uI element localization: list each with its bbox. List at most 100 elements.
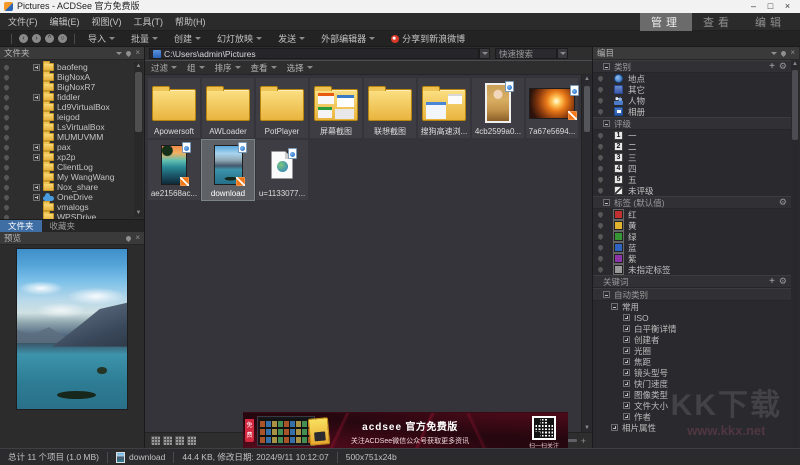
expand-icon[interactable] <box>623 347 630 354</box>
mode-tab[interactable]: 查看 <box>692 13 744 31</box>
label-item[interactable]: 红 <box>593 209 791 220</box>
folder-tree-item[interactable]: Nox_share <box>0 182 144 192</box>
folder-tree-scrollbar[interactable]: ▲ ▼ <box>134 62 143 217</box>
file-tile[interactable]: 7a67e5694... <box>526 78 578 138</box>
collapse-icon[interactable] <box>603 63 610 70</box>
expand-icon[interactable] <box>623 402 630 409</box>
quick-pin-icon[interactable] <box>3 153 10 160</box>
auto-category-item[interactable]: 文件大小 <box>593 400 791 411</box>
toolbar-button[interactable]: 外部编辑器 <box>321 32 375 45</box>
auto-category-item[interactable]: 图像类型 <box>593 389 791 400</box>
folder-tree-item[interactable]: xp2p <box>0 152 144 162</box>
gear-icon[interactable]: ⚙ <box>779 62 787 71</box>
expand-icon[interactable] <box>33 64 40 71</box>
file-tile[interactable]: 4cb2599a0... <box>472 78 524 138</box>
expand-icon[interactable] <box>623 336 630 343</box>
share-weibo-button[interactable]: 分享到新浪微博 <box>391 32 465 45</box>
gear-icon[interactable]: ⚙ <box>779 277 787 286</box>
quick-pin-icon[interactable] <box>597 132 604 139</box>
quick-pin-icon[interactable] <box>3 73 10 80</box>
expand-icon[interactable] <box>623 369 630 376</box>
label-item[interactable]: 黄 <box>593 220 791 231</box>
view-list-icon[interactable] <box>187 436 196 445</box>
folder-tree-item[interactable]: fiddler <box>0 92 144 102</box>
refresh-icon[interactable]: ○ <box>58 34 67 43</box>
quick-pin-icon[interactable] <box>597 143 604 150</box>
menu-item[interactable]: 工具(T) <box>134 15 164 28</box>
collapse-icon[interactable] <box>603 120 610 127</box>
folder-tree-item[interactable]: Ld9VirtualBox <box>0 102 144 112</box>
quick-pin-icon[interactable] <box>3 173 10 180</box>
pane-pin-icon[interactable] <box>125 234 132 241</box>
rating-item[interactable]: 未评级 <box>593 185 791 196</box>
file-tile[interactable]: AWLoader <box>202 78 254 138</box>
filter-bar-button[interactable]: 查看 <box>251 62 277 74</box>
quick-pin-icon[interactable] <box>597 266 604 273</box>
expand-icon[interactable] <box>33 194 40 201</box>
expand-icon[interactable] <box>623 391 630 398</box>
category-item[interactable]: 地点 <box>593 73 791 84</box>
quick-pin-icon[interactable] <box>3 113 10 120</box>
toolbar-button[interactable]: 幻灯放映 <box>217 32 262 45</box>
file-tile[interactable]: PotPlayer <box>256 78 308 138</box>
file-tile[interactable]: download <box>202 140 254 200</box>
quick-pin-icon[interactable] <box>597 255 604 262</box>
toolbar-button[interactable]: 批量 <box>131 32 158 45</box>
quick-pin-icon[interactable] <box>3 93 10 100</box>
quick-pin-icon[interactable] <box>597 211 604 218</box>
file-tile[interactable]: 联想截图 <box>364 78 416 138</box>
quick-pin-icon[interactable] <box>597 154 604 161</box>
quick-pin-icon[interactable] <box>597 108 604 115</box>
auto-category-item[interactable]: 镜头型号 <box>593 367 791 378</box>
pane-close-icon[interactable]: × <box>790 49 795 57</box>
quick-pin-icon[interactable] <box>3 193 10 200</box>
quick-pin-icon[interactable] <box>3 163 10 170</box>
file-tile[interactable]: Apowersoft <box>148 78 200 138</box>
quick-pin-icon[interactable] <box>3 63 10 70</box>
folder-tree-item[interactable]: BigNoxR7 <box>0 82 144 92</box>
quick-pin-icon[interactable] <box>597 176 604 183</box>
label-item[interactable]: 绿 <box>593 231 791 242</box>
toolbar-button[interactable]: 导入 <box>88 32 115 45</box>
menu-item[interactable]: 文件(F) <box>8 15 38 28</box>
expand-icon[interactable] <box>611 424 618 431</box>
category-item[interactable]: 相册 <box>593 106 791 117</box>
toolbar-button[interactable]: 创建 <box>174 32 201 45</box>
collapse-icon[interactable] <box>611 303 618 310</box>
quick-pin-icon[interactable] <box>3 103 10 110</box>
pane-close-icon[interactable]: × <box>135 49 140 57</box>
pane-pin-icon[interactable] <box>125 49 132 56</box>
rating-item[interactable]: 2 二 <box>593 141 791 152</box>
path-dropdown-button[interactable] <box>479 48 490 59</box>
quick-pin-icon[interactable] <box>3 183 10 190</box>
category-item[interactable]: 其它 <box>593 84 791 95</box>
forward-icon[interactable]: › <box>32 34 41 43</box>
auto-category-item[interactable]: 创建者 <box>593 334 791 345</box>
scroll-down-icon[interactable]: ▼ <box>582 424 592 432</box>
pane-pin-icon[interactable] <box>780 49 787 56</box>
scrollbar-handle[interactable] <box>584 86 590 132</box>
add-keyword-icon[interactable]: + <box>769 277 775 287</box>
filter-bar-button[interactable]: 选择 <box>287 62 313 74</box>
scrollbar-handle[interactable] <box>135 72 142 132</box>
folder-tree-item[interactable]: WPSDrive <box>0 212 144 219</box>
pane-menu-icon[interactable] <box>771 52 777 55</box>
auto-category-item[interactable]: 快门速度 <box>593 378 791 389</box>
auto-category-item[interactable]: 作者 <box>593 411 791 422</box>
expand-icon[interactable] <box>623 314 630 321</box>
quick-pin-icon[interactable] <box>3 213 10 219</box>
auto-category-item[interactable]: 光圈 <box>593 345 791 356</box>
categories-section-header[interactable]: 类别 + ⚙ <box>593 60 791 73</box>
scroll-down-icon[interactable]: ▼ <box>134 209 143 217</box>
pane-menu-icon[interactable] <box>116 52 122 55</box>
pane-close-icon[interactable]: × <box>135 234 140 242</box>
rating-item[interactable]: 1 一 <box>593 130 791 141</box>
folder-tree-item[interactable]: pax <box>0 142 144 152</box>
filter-bar-button[interactable]: 排序 <box>215 62 241 74</box>
quick-pin-icon[interactable] <box>3 203 10 210</box>
sidebar-tab[interactable]: 收藏夹 <box>42 220 84 232</box>
folder-tree-item[interactable]: BigNoxA <box>0 72 144 82</box>
folder-tree-item[interactable]: vmalogs <box>0 202 144 212</box>
folder-tree-item[interactable]: My WangWang <box>0 172 144 182</box>
view-filmstrip-icon[interactable] <box>163 436 172 445</box>
